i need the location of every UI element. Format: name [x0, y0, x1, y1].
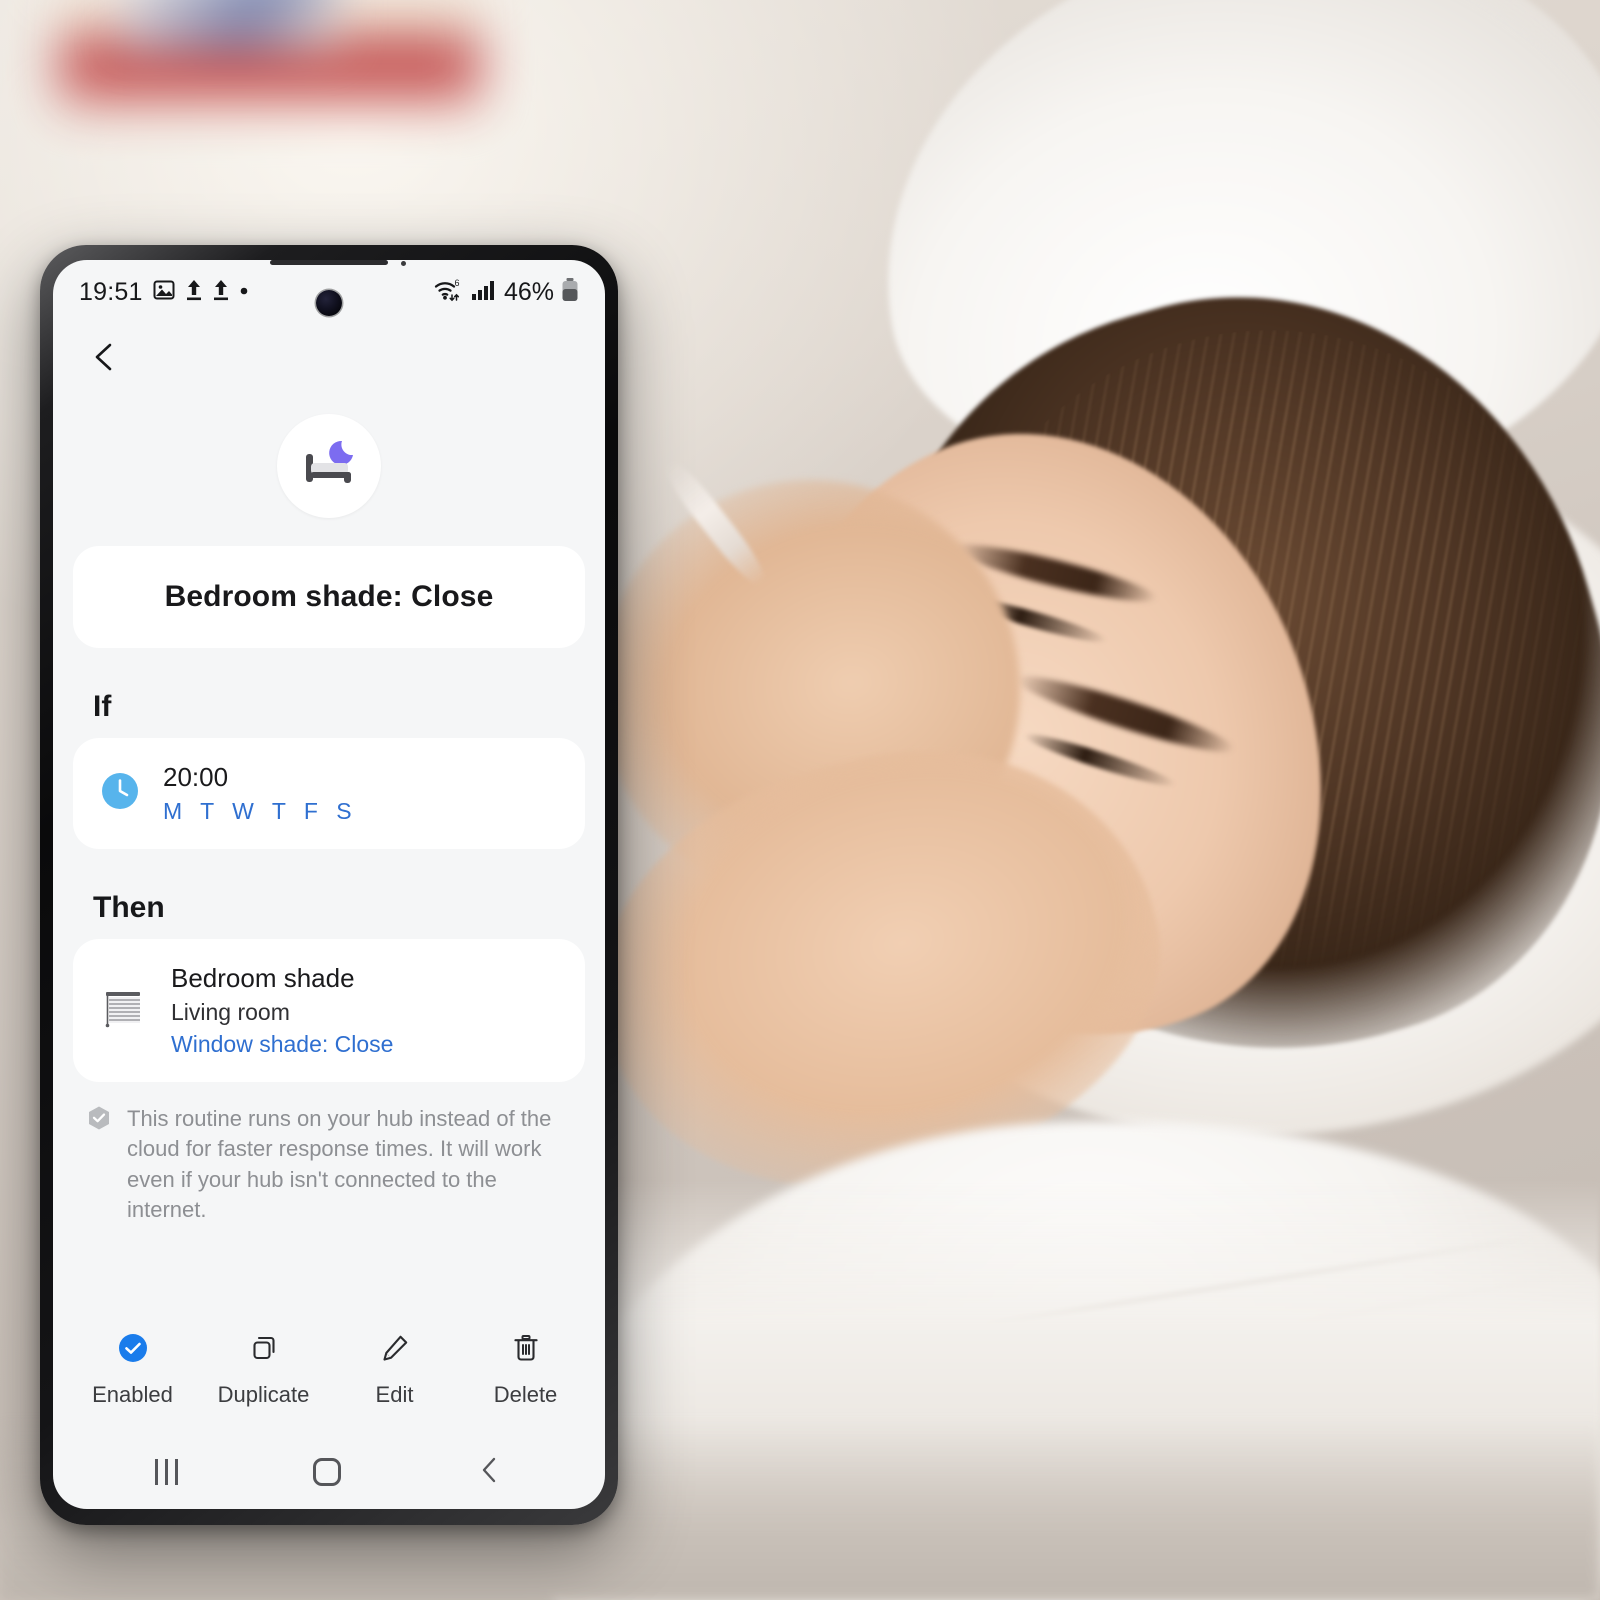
routine-avatar[interactable]: [277, 414, 381, 518]
app-bar: [53, 318, 605, 400]
delete-button[interactable]: Delete: [461, 1331, 591, 1408]
svg-text:6: 6: [454, 278, 459, 288]
status-bar-right: 6 46%: [434, 277, 579, 308]
android-nav-bar: [53, 1435, 605, 1509]
trigger-row[interactable]: 20:00 M T W T F S: [73, 738, 585, 849]
action-texts: Bedroom shade Living room Window shade: …: [171, 963, 393, 1058]
then-section-label: Then: [93, 891, 165, 924]
hub-badge-icon: [85, 1104, 113, 1225]
earpiece-speaker: [270, 260, 388, 265]
wifi-6-icon: 6: [434, 277, 464, 308]
enabled-button[interactable]: Enabled: [68, 1331, 198, 1408]
upload-icon: [185, 278, 203, 307]
cellular-signal-icon: [471, 278, 497, 307]
trigger-time: 20:00: [163, 762, 229, 792]
copy-icon: [247, 1331, 281, 1370]
window-blind-icon: [99, 983, 149, 1038]
battery-percent: 46%: [503, 277, 554, 306]
hub-note: This routine runs on your hub instead of…: [73, 1082, 585, 1225]
enabled-label: Enabled: [92, 1381, 173, 1407]
routine-icon-container: [73, 414, 585, 518]
delete-label: Delete: [493, 1381, 558, 1407]
phone-device: 19:51 6 46% Bedroom shade: Close If 20:0…: [40, 245, 618, 1525]
clock-icon: [99, 770, 141, 817]
duplicate-label: Duplicate: [217, 1381, 310, 1407]
back-button[interactable]: [79, 333, 131, 385]
if-section-label: If: [93, 690, 112, 723]
upload-icon: [212, 278, 230, 307]
bed-moon-icon: [298, 435, 360, 498]
routine-title-card[interactable]: Bedroom shade: Close: [73, 546, 585, 648]
routine-title: Bedroom shade: Close: [164, 580, 494, 613]
duplicate-button[interactable]: Duplicate: [199, 1331, 329, 1408]
status-time: 19:51: [79, 277, 143, 306]
battery-icon: [561, 277, 579, 308]
action-row[interactable]: Bedroom shade Living room Window shade: …: [73, 939, 585, 1082]
action-room-name: Living room: [171, 999, 290, 1025]
routine-action-bar: Enabled Duplicate Edit Delete: [53, 1303, 605, 1435]
status-bar-left: 19:51: [79, 278, 249, 307]
action-command: Window shade: Close: [171, 1031, 394, 1057]
hub-note-text: This routine runs on your hub instead of…: [127, 1106, 552, 1223]
back-chevron-icon: [88, 340, 122, 379]
image-icon: [152, 278, 176, 307]
back-icon[interactable]: [477, 1455, 503, 1490]
action-device-name: Bedroom shade: [171, 963, 355, 993]
proximity-sensor: [400, 261, 406, 266]
front-camera: [316, 290, 342, 316]
dot-icon: [239, 283, 249, 301]
home-icon[interactable]: [313, 1458, 342, 1486]
routine-detail-content: Bedroom shade: Close If 20:00 M T W T F …: [53, 400, 605, 1303]
trigger-days: M T W T F S: [163, 798, 358, 824]
trash-icon: [509, 1331, 543, 1370]
pencil-icon: [378, 1331, 412, 1370]
recents-icon[interactable]: [154, 1459, 178, 1485]
edit-label: Edit: [375, 1381, 414, 1407]
blurred-shelf-decor: [120, 0, 340, 50]
check-circle-icon: [116, 1331, 150, 1370]
edit-button[interactable]: Edit: [330, 1331, 460, 1408]
trigger-texts: 20:00 M T W T F S: [163, 762, 358, 825]
phone-screen: 19:51 6 46% Bedroom shade: Close If 20:0…: [53, 260, 605, 1509]
